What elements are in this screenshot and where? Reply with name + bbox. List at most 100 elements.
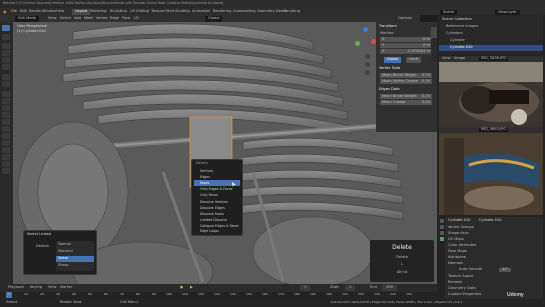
outliner-cylinder[interactable]: Cylinder xyxy=(450,38,465,43)
outliner-scene-collection[interactable]: Scene Collection xyxy=(442,17,472,22)
header-menu-edge[interactable]: Edge xyxy=(110,16,119,21)
header-menu-add[interactable]: Add xyxy=(74,16,81,21)
bevel-tool[interactable] xyxy=(2,105,10,111)
edge-slide-tool[interactable] xyxy=(2,147,10,153)
extrude-tool[interactable] xyxy=(2,91,10,97)
shrink-fatten-tool[interactable] xyxy=(2,154,10,160)
cursor-tool[interactable] xyxy=(2,34,10,40)
section-geometry-data[interactable]: Geometry Data xyxy=(448,286,476,291)
timeline-menu-marker[interactable]: Marker xyxy=(60,285,72,290)
section-uv-maps[interactable]: UV Maps xyxy=(448,237,464,242)
transform-tool[interactable] xyxy=(2,64,10,70)
workspace-tab-layout[interactable]: Layout xyxy=(72,9,91,15)
spin-tool[interactable] xyxy=(2,133,10,139)
vertex-bevel-field[interactable]: Mean Bevel Weight 0.00 xyxy=(380,73,432,78)
move-tool[interactable] xyxy=(2,43,10,49)
inset-tool[interactable] xyxy=(2,98,10,104)
section-remesh[interactable]: Remesh xyxy=(448,280,462,285)
workspace-tab-uv-editing[interactable]: UV Editing xyxy=(130,9,149,14)
delimit-seam[interactable]: Seam xyxy=(58,256,68,261)
workspace-tab-rendering[interactable]: Rendering xyxy=(213,9,231,14)
menu-help[interactable]: Help xyxy=(56,9,64,14)
timeline-menu-keying[interactable]: Keying xyxy=(30,285,42,290)
median-z-field[interactable]: Z -0.078464 m xyxy=(380,49,432,54)
object-properties-icon[interactable] xyxy=(440,231,444,235)
image-menu-image[interactable]: Image xyxy=(454,56,465,61)
outliner-cylinders[interactable]: Cylinders xyxy=(446,31,463,36)
y-axis-icon[interactable] xyxy=(355,41,360,46)
section-custom-properties[interactable]: Custom Properties xyxy=(448,292,481,297)
header-menu-face[interactable]: Face xyxy=(122,16,130,21)
workspace-tab-scripting[interactable]: Scripting xyxy=(284,9,300,14)
dissolve-edges-item[interactable]: Dissolve Edges xyxy=(200,206,225,210)
edge-crease-field[interactable]: Mean Crease 0.00 xyxy=(380,100,432,105)
local-toggle[interactable]: Local xyxy=(406,57,422,63)
header-menu-select[interactable]: Select xyxy=(60,16,71,21)
header-menu-view[interactable]: View xyxy=(48,16,57,21)
timeline-menu-view[interactable]: View xyxy=(48,285,57,290)
navigation-gizmo[interactable] xyxy=(353,27,377,51)
3d-viewport[interactable]: User Perspective (1) Cylinder.010 Transf… xyxy=(13,22,437,284)
pan-icon[interactable] xyxy=(365,62,370,67)
global-toggle[interactable]: Global xyxy=(384,57,402,63)
header-menu-uv[interactable]: UV xyxy=(134,16,139,21)
blender-logo-icon[interactable]: ◉ xyxy=(3,10,7,14)
workspace-tab-geometry-nodes[interactable]: Geometry Nodes xyxy=(257,9,287,14)
mode-selector[interactable]: Edit Mode xyxy=(15,16,39,22)
auto-smooth-angle[interactable]: 30° xyxy=(499,267,512,272)
workspace-tab-texture-paint[interactable]: Texture Paint xyxy=(151,9,174,14)
image-filename-bottom[interactable]: IMG_5863.JPG xyxy=(479,127,509,132)
image-filename-top[interactable]: IMG_5836.JPG xyxy=(479,56,509,61)
rotate-tool[interactable] xyxy=(2,50,10,56)
loop-cut-tool[interactable] xyxy=(2,112,10,118)
image-menu-view[interactable]: View xyxy=(442,56,451,61)
workspace-tab-modeling[interactable]: Modeling xyxy=(90,9,106,14)
workspace-tab-animation[interactable]: Animation xyxy=(192,9,210,14)
timeline-ruler[interactable]: 0 10 20 30 40 50 60 70 80 90 100 110 120… xyxy=(0,292,437,299)
smooth-tool[interactable] xyxy=(2,140,10,146)
end-frame-field[interactable]: 250 xyxy=(382,285,397,291)
select-box-tool[interactable] xyxy=(2,25,10,31)
menu-file[interactable]: File xyxy=(11,9,17,14)
header-menu-vertex[interactable]: Vertex xyxy=(96,16,108,21)
delimit-sharp[interactable]: Sharp xyxy=(58,263,69,268)
poly-build-tool[interactable] xyxy=(2,126,10,132)
knife-tool[interactable] xyxy=(2,119,10,125)
header-menu-mesh[interactable]: Mesh xyxy=(84,16,93,21)
outliner-reference-images[interactable]: Reference Images xyxy=(446,24,478,29)
section-attributes[interactable]: Attributes xyxy=(448,255,466,260)
camera-view-icon[interactable] xyxy=(365,70,370,75)
section-normals[interactable]: Normals xyxy=(448,261,463,266)
section-shape-keys[interactable]: Shape Keys xyxy=(448,231,469,236)
scale-tool[interactable] xyxy=(2,57,10,63)
menu-edit[interactable]: Edit xyxy=(20,9,27,14)
section-color-attributes[interactable]: Color Attributes xyxy=(448,243,476,248)
annotate-tool[interactable] xyxy=(2,74,10,80)
render-properties-icon[interactable] xyxy=(440,219,444,223)
last-op-title[interactable]: Select Linked xyxy=(27,232,51,237)
vertex-crease-field[interactable]: Mean Vertex Crease 0.00 xyxy=(380,79,432,84)
zoom-icon[interactable] xyxy=(365,54,370,59)
timeline[interactable]: Playback Keying View Marker ● ▶ 1 Start … xyxy=(0,284,437,299)
dissolve-vertices-item[interactable]: Dissolve Vertices xyxy=(200,200,228,204)
section-texture-space[interactable]: Texture Space xyxy=(448,274,473,279)
transform-orientation-selector[interactable]: Global xyxy=(205,16,223,22)
delete-only-faces-item[interactable]: Only Faces xyxy=(200,193,218,197)
rip-tool[interactable] xyxy=(2,168,10,174)
menu-render[interactable]: Render xyxy=(29,9,42,14)
delete-edges-item[interactable]: Edges xyxy=(200,175,210,179)
play-icon[interactable]: ▶ xyxy=(190,285,193,290)
section-vertex-groups[interactable]: Vertex Groups xyxy=(448,225,474,230)
delimit-normal[interactable]: Normal xyxy=(58,242,71,247)
delimit-material[interactable]: Material xyxy=(58,249,73,254)
median-y-field[interactable]: Y 0 m xyxy=(380,43,432,48)
outliner-cylinder-010[interactable]: Cylinder.010 xyxy=(450,45,473,50)
measure-tool[interactable] xyxy=(2,81,10,87)
workspace-tab-shading[interactable]: Shading xyxy=(175,9,190,14)
section-face-maps[interactable]: Face Maps xyxy=(448,249,467,254)
start-frame-field[interactable]: 1 xyxy=(345,285,356,291)
menu-window[interactable]: Window xyxy=(42,9,56,14)
dissolve-faces-item[interactable]: Dissolve Faces xyxy=(200,212,224,216)
delete-faces-item[interactable]: Faces xyxy=(200,181,209,185)
median-x-field[interactable]: X 0 m xyxy=(380,37,432,42)
